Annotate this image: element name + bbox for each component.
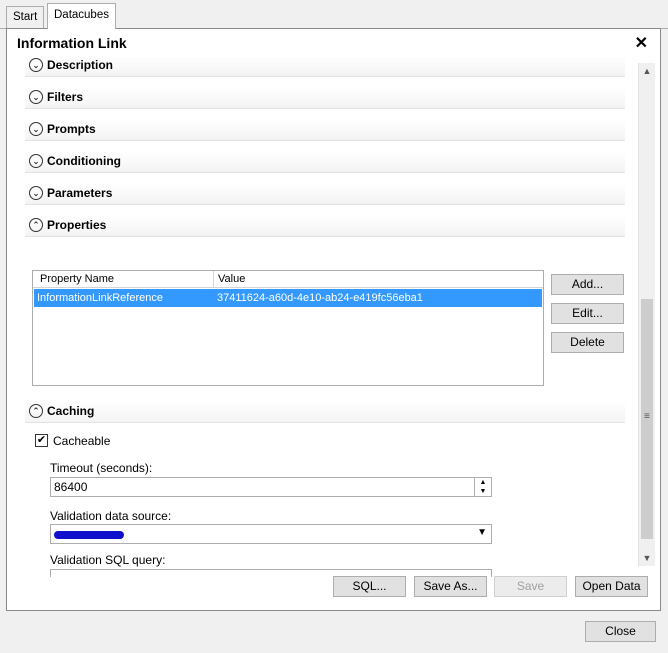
timeout-stepper[interactable]: ▲ ▼ [474, 478, 491, 496]
information-link-dialog: Information Link ✕ ⌄ Description ⌄ Filte… [6, 28, 661, 611]
chevron-down-icon: ⌄ [29, 58, 43, 72]
section-description[interactable]: ⌄ Description [25, 57, 625, 77]
column-header-property-name[interactable]: Property Name [40, 273, 114, 285]
validation-sql-label: Validation SQL query: [50, 553, 166, 567]
save-as-button[interactable]: Save As... [414, 576, 487, 597]
chevron-down-icon: ⌄ [29, 122, 43, 136]
properties-list-header: Property Name Value [33, 271, 543, 288]
section-properties[interactable]: ⌃ Properties [25, 215, 625, 237]
dialog-content: ⌄ Description ⌄ Filters ⌄ Prompts ⌄ Cond… [19, 57, 639, 577]
table-row[interactable]: InformationLinkReference 37411624-a60d-4… [34, 289, 542, 307]
sql-button[interactable]: SQL... [333, 576, 406, 597]
stepper-down-icon[interactable]: ▼ [475, 487, 491, 496]
section-filters[interactable]: ⌄ Filters [25, 87, 625, 109]
section-parameters[interactable]: ⌄ Parameters [25, 183, 625, 205]
timeout-label: Timeout (seconds): [50, 461, 153, 475]
vertical-scrollbar[interactable]: ▲ ≡ ▼ [638, 63, 655, 566]
redacted-value [54, 531, 124, 539]
grip-icon: ≡ [644, 411, 650, 422]
chevron-down-icon: ▼ [477, 527, 487, 538]
dialog-title: Information Link [17, 35, 127, 51]
check-icon: ✔ [36, 434, 47, 446]
scrollbar-thumb[interactable]: ≡ [641, 299, 653, 539]
chevron-down-icon: ⌄ [29, 186, 43, 200]
close-icon[interactable]: ✕ [635, 33, 648, 53]
add-property-button[interactable]: Add... [551, 274, 624, 295]
edit-property-button[interactable]: Edit... [551, 303, 624, 324]
save-button[interactable]: Save [494, 576, 567, 597]
cacheable-label: Cacheable [53, 434, 111, 448]
chevron-down-icon: ⌄ [29, 90, 43, 104]
tab-datacubes[interactable]: Datacubes [47, 3, 116, 29]
section-conditioning[interactable]: ⌄ Conditioning [25, 151, 625, 173]
section-caching[interactable]: ⌃ Caching [25, 401, 625, 423]
validation-source-dropdown[interactable]: ▼ [50, 524, 492, 544]
properties-list[interactable]: Property Name Value InformationLinkRefer… [32, 270, 544, 386]
timeout-input[interactable]: 86400 ▲ ▼ [50, 477, 492, 497]
tab-start[interactable]: Start [6, 6, 45, 28]
chevron-down-icon: ⌄ [29, 154, 43, 168]
validation-source-label: Validation data source: [50, 509, 172, 523]
open-data-button[interactable]: Open Data [575, 576, 648, 597]
chevron-up-icon: ⌃ [29, 404, 43, 418]
scroll-down-icon[interactable]: ▼ [639, 550, 655, 566]
chevron-up-icon: ⌃ [29, 218, 43, 232]
property-value-cell: 37411624-a60d-4e10-ab24-e419fc56eba1 [217, 292, 423, 304]
section-prompts[interactable]: ⌄ Prompts [25, 119, 625, 141]
scroll-up-icon[interactable]: ▲ [639, 63, 655, 79]
stepper-up-icon[interactable]: ▲ [475, 478, 491, 487]
close-button[interactable]: Close [585, 621, 656, 642]
property-name-cell: InformationLinkReference [37, 292, 163, 304]
cacheable-checkbox[interactable]: ✔ [35, 434, 48, 447]
column-header-value[interactable]: Value [218, 273, 245, 285]
delete-property-button[interactable]: Delete [551, 332, 624, 353]
